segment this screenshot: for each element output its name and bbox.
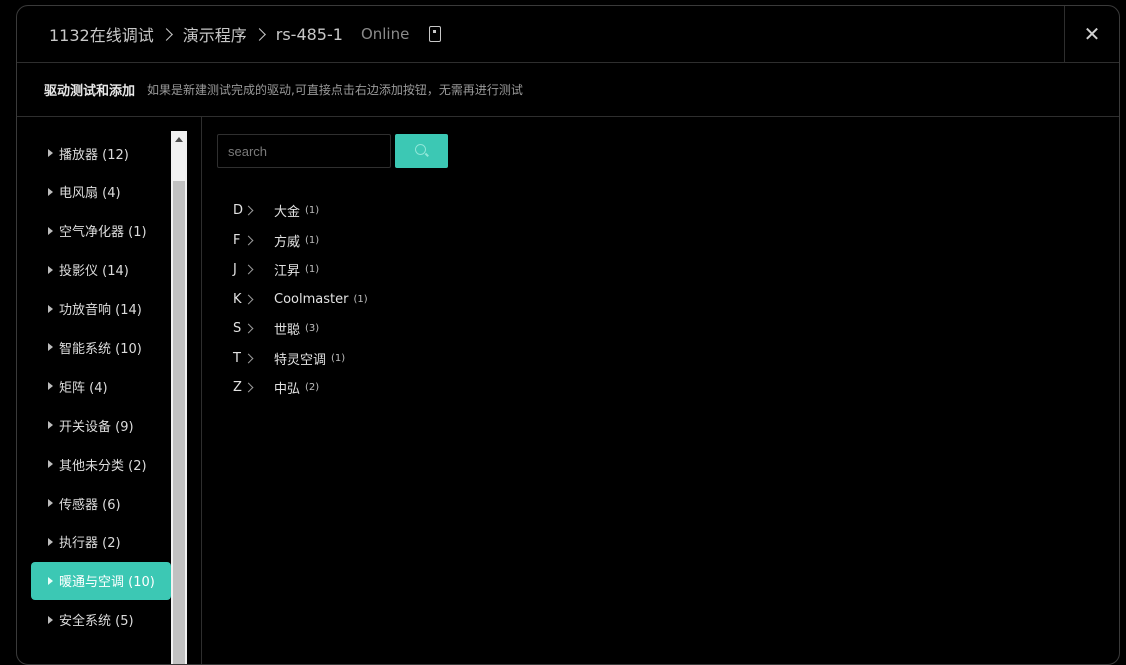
- caret-right-icon: [48, 265, 53, 274]
- brand-row[interactable]: Z 中弘 (2): [233, 373, 368, 403]
- dialog-header: 1132在线调试 演示程序 rs-485-1 Online ✕: [17, 6, 1119, 63]
- caret-right-icon: [48, 304, 53, 313]
- section-hint: 如果是新建测试完成的驱动,可直接点击右边添加按钮，无需再进行测试: [147, 83, 523, 97]
- category-label: 其他未分类 (2): [59, 458, 147, 474]
- caret-right-icon: [48, 615, 53, 624]
- chevron-right-icon: [243, 264, 254, 275]
- caret-right-icon: [48, 187, 53, 196]
- caret-right-icon: [48, 576, 53, 585]
- category-item[interactable]: 电风扇 (4): [31, 173, 171, 211]
- caret-right-icon: [48, 460, 53, 469]
- brand-row[interactable]: T 特灵空调 (1): [233, 344, 368, 374]
- caret-right-icon: [48, 537, 53, 546]
- category-label: 安全系统 (5): [59, 614, 134, 630]
- brand-count: (2): [305, 382, 320, 394]
- brand-row[interactable]: D 大金 (1): [233, 196, 368, 226]
- brand-list: D 大金 (1) F 方威 (1) J 江昇 (1) K Coolmaster (1) S 世聪 (3) T 特…: [233, 196, 368, 403]
- brand-name: 方威: [274, 234, 301, 250]
- brand-count: (1): [353, 293, 368, 305]
- section-header: 驱动测试和添加 如果是新建测试完成的驱动,可直接点击右边添加按钮，无需再进行测试: [17, 63, 1119, 117]
- category-item[interactable]: 智能系统 (10): [31, 328, 171, 366]
- scroll-up-arrow-icon[interactable]: [175, 137, 183, 142]
- chevron-right-icon: [252, 27, 266, 41]
- close-icon: ✕: [1083, 22, 1101, 46]
- category-item[interactable]: 安全系统 (5): [31, 601, 171, 639]
- breadcrumb-item-port: rs-485-1: [275, 24, 343, 44]
- search-input[interactable]: [217, 134, 391, 168]
- brand-row[interactable]: K Coolmaster (1): [233, 285, 368, 315]
- caret-right-icon: [48, 382, 53, 391]
- sidebar-scrollbar[interactable]: [171, 131, 187, 664]
- chevron-right-icon: [243, 205, 254, 216]
- chevron-right-icon: [243, 323, 254, 334]
- brand-name: 特灵空调: [274, 352, 327, 368]
- breadcrumb: 1132在线调试 演示程序 rs-485-1: [49, 22, 343, 46]
- category-label: 播放器 (12): [59, 147, 129, 163]
- category-label: 投影仪 (14): [59, 264, 129, 280]
- category-label: 智能系统 (10): [59, 341, 142, 357]
- caret-right-icon: [48, 421, 53, 430]
- category-label: 矩阵 (4): [59, 380, 108, 396]
- breadcrumb-item-project[interactable]: 1132在线调试: [49, 22, 154, 46]
- brand-row[interactable]: J 江昇 (1): [233, 255, 368, 285]
- category-label: 功放音响 (14): [59, 303, 142, 319]
- category-item[interactable]: 矩阵 (4): [31, 367, 171, 405]
- category-item[interactable]: 其他未分类 (2): [31, 445, 171, 483]
- brand-name: 江昇: [274, 264, 301, 280]
- category-item[interactable]: 执行器 (2): [31, 523, 171, 561]
- close-button[interactable]: ✕: [1064, 6, 1119, 62]
- category-sidebar: 播放器 (12) 电风扇 (4) 空气净化器 (1) 投影仪 (14) 功放音响 (14…: [17, 117, 202, 664]
- category-item[interactable]: 播放器 (12): [31, 134, 171, 172]
- breadcrumb-item-program[interactable]: 演示程序: [183, 22, 247, 46]
- driver-test-dialog: 1132在线调试 演示程序 rs-485-1 Online ✕ 驱动测试和添加 …: [16, 5, 1120, 665]
- category-label: 开关设备 (9): [59, 419, 134, 435]
- category-item[interactable]: 开关设备 (9): [31, 406, 171, 444]
- brand-count: (3): [305, 323, 320, 335]
- search-icon: [415, 144, 426, 155]
- category-item[interactable]: 投影仪 (14): [31, 251, 171, 289]
- category-item[interactable]: 传感器 (6): [31, 484, 171, 522]
- brand-count: (1): [305, 205, 320, 217]
- caret-right-icon: [48, 149, 53, 157]
- connection-status: Online: [360, 25, 410, 43]
- brand-count: (1): [331, 352, 346, 364]
- category-item[interactable]: 空气净化器 (1): [31, 212, 171, 250]
- search-button[interactable]: [395, 134, 448, 168]
- category-list: 播放器 (12) 电风扇 (4) 空气净化器 (1) 投影仪 (14) 功放音响 (14…: [31, 134, 171, 640]
- brand-count: (1): [305, 264, 320, 276]
- caret-right-icon: [48, 499, 53, 508]
- category-item[interactable]: 暖通与空调 (10): [31, 561, 171, 600]
- chevron-right-icon: [243, 294, 254, 305]
- chevron-right-icon: [159, 27, 173, 41]
- brand-row[interactable]: S 世聪 (3): [233, 314, 368, 344]
- section-title: 驱动测试和添加: [44, 84, 136, 99]
- mobile-device-icon[interactable]: [429, 26, 442, 42]
- brand-name: 大金: [274, 205, 301, 221]
- category-label: 暖通与空调 (10): [59, 575, 155, 591]
- brand-panel: D大金(1)F方威(1)J江昇(1)KCoolmaster(1)S世聪(3)T特…: [202, 117, 1119, 664]
- category-label: 传感器 (6): [59, 497, 121, 513]
- chevron-right-icon: [243, 382, 254, 393]
- chevron-right-icon: [243, 353, 254, 364]
- brand-name: Coolmaster: [274, 291, 349, 307]
- brand-name: 中弘: [274, 382, 301, 398]
- caret-right-icon: [48, 343, 53, 352]
- brand-row[interactable]: F 方威 (1): [233, 226, 368, 256]
- chevron-right-icon: [243, 235, 254, 246]
- category-label: 电风扇 (4): [59, 186, 121, 202]
- category-item[interactable]: 功放音响 (14): [31, 290, 171, 328]
- caret-right-icon: [48, 226, 53, 235]
- scroll-thumb[interactable]: [173, 181, 185, 664]
- category-label: 空气净化器 (1): [59, 225, 147, 241]
- brand-count: (1): [305, 234, 320, 246]
- category-label: 执行器 (2): [59, 536, 121, 552]
- brand-name: 世聪: [274, 323, 301, 339]
